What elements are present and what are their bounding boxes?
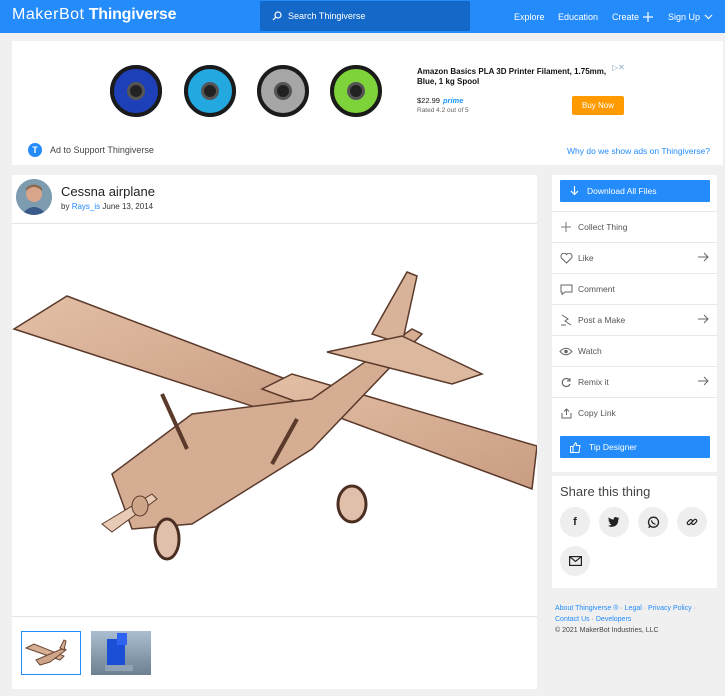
buy-now-button[interactable]: Buy Now	[572, 96, 624, 115]
ad-price: $22.99 prime	[417, 96, 463, 105]
thumbnail-2[interactable]	[91, 631, 151, 675]
contact-link[interactable]: Contact Us	[555, 616, 590, 623]
remix-it-button[interactable]: Remix it	[552, 366, 717, 397]
post-a-make-button[interactable]: Post a Make	[552, 304, 717, 335]
author-link[interactable]: Rays_is	[72, 202, 100, 211]
filament-spool-image[interactable]	[110, 65, 162, 117]
comment-icon	[558, 281, 574, 297]
developers-link[interactable]: Developers	[596, 616, 631, 623]
download-all-files-button[interactable]: Download All Files	[560, 180, 710, 202]
about-link[interactable]: About Thingiverse ®	[555, 605, 618, 612]
ad-support-label: Ad to Support Thingiverse	[50, 145, 154, 155]
collect-thing-button[interactable]: Collect Thing	[552, 211, 717, 242]
site-footer: About Thingiverse ® · Legal · Privacy Po…	[555, 603, 720, 636]
nav-signup[interactable]: Sign Up	[668, 0, 713, 33]
watch-label: Watch	[578, 346, 602, 356]
arrow-right-icon	[698, 376, 709, 386]
logo-name: Thingiverse	[88, 6, 177, 23]
search-icon	[272, 11, 282, 21]
facebook-share-button[interactable]: f	[560, 507, 590, 537]
nav-explore-label: Explore	[514, 11, 545, 22]
thumbs-up-icon	[570, 441, 581, 453]
make-icon	[558, 312, 574, 328]
email-share-button[interactable]	[560, 546, 590, 576]
twitter-share-button[interactable]	[599, 507, 629, 537]
collect-label: Collect Thing	[578, 222, 628, 232]
arrow-right-icon	[698, 252, 709, 262]
search-input[interactable]: Search Thingiverse	[260, 1, 470, 31]
logo-brand: MakerBot	[12, 6, 85, 23]
ad-price-value: $22.99	[417, 96, 440, 105]
whatsapp-share-button[interactable]	[638, 507, 668, 537]
comment-button[interactable]: Comment	[552, 273, 717, 304]
search-placeholder: Search Thingiverse	[288, 11, 366, 21]
arrow-right-icon	[698, 314, 709, 324]
cessna-airplane-image	[12, 271, 538, 561]
plus-icon	[643, 11, 654, 22]
publish-date: June 13, 2014	[102, 202, 154, 211]
main-image-cessna-airplane[interactable]	[12, 223, 538, 617]
twitter-icon	[608, 517, 620, 527]
download-label: Download All Files	[587, 186, 657, 196]
ad-panel: Amazon Basics PLA 3D Printer Filament, 1…	[12, 41, 723, 165]
thing-sidebar: Download All Files Collect Thing Like Co…	[552, 175, 717, 588]
link-share-button[interactable]	[677, 507, 707, 537]
thingiverse-t-icon: T	[28, 143, 42, 157]
share-title: Share this thing	[560, 484, 651, 499]
prime-badge: prime	[442, 96, 464, 105]
top-navbar: MakerBot Thingiverse Search Thingiverse …	[0, 0, 725, 33]
thing-main-panel: Cessna airplane by Rays_is June 13, 2014	[12, 175, 538, 689]
nav-education[interactable]: Education	[558, 0, 598, 33]
comment-label: Comment	[578, 284, 615, 294]
facebook-icon: f	[573, 516, 577, 528]
chevron-down-icon	[704, 14, 713, 19]
legal-link[interactable]: Legal	[625, 605, 642, 612]
copy-link-button[interactable]: Copy Link	[552, 397, 717, 428]
share-upload-icon	[558, 405, 574, 421]
mail-icon	[568, 556, 582, 566]
thing-title: Cessna airplane	[61, 184, 155, 199]
whatsapp-icon	[647, 516, 659, 528]
thingiverse-logo[interactable]: MakerBot Thingiverse	[12, 6, 177, 24]
tip-designer-button[interactable]: Tip Designer	[560, 436, 710, 458]
filament-spool-image[interactable]	[330, 65, 382, 117]
ad-rating: Rated 4.2 out of 5	[417, 107, 469, 114]
filament-spool-image[interactable]	[184, 65, 236, 117]
ad-choices-icon[interactable]: ▷✕	[612, 63, 625, 72]
eye-icon	[558, 343, 574, 359]
copyright: © 2021 MakerBot Industries, LLC	[555, 627, 659, 634]
nav-create[interactable]: Create	[612, 0, 654, 33]
author-avatar[interactable]	[16, 179, 52, 215]
why-ads-link[interactable]: Why do we show ads on Thingiverse?	[567, 146, 710, 156]
heart-icon	[558, 250, 574, 266]
remix-label: Remix it	[578, 377, 609, 387]
byline-prefix: by	[61, 202, 70, 211]
like-label: Like	[578, 253, 594, 263]
thumbnail-1[interactable]	[21, 631, 81, 675]
copy-link-label: Copy Link	[578, 408, 616, 418]
post-make-label: Post a Make	[578, 315, 626, 325]
thing-byline: by Rays_is June 13, 2014	[61, 202, 153, 211]
ad-support-notice: T Ad to Support Thingiverse	[28, 143, 154, 157]
nav-create-label: Create	[612, 11, 640, 22]
watch-button[interactable]: Watch	[552, 335, 717, 366]
nav-education-label: Education	[558, 11, 599, 22]
filament-spool-image[interactable]	[257, 65, 309, 117]
like-button[interactable]: Like	[552, 242, 717, 273]
nav-explore[interactable]: Explore	[514, 0, 545, 33]
privacy-link[interactable]: Privacy Policy	[648, 605, 692, 612]
remix-icon	[558, 374, 574, 390]
link-icon	[686, 518, 698, 526]
ad-title[interactable]: Amazon Basics PLA 3D Printer Filament, 1…	[417, 67, 617, 87]
download-icon	[570, 186, 579, 196]
tip-designer-label: Tip Designer	[589, 442, 637, 452]
plus-icon	[558, 219, 574, 235]
nav-signup-label: Sign Up	[668, 11, 701, 22]
